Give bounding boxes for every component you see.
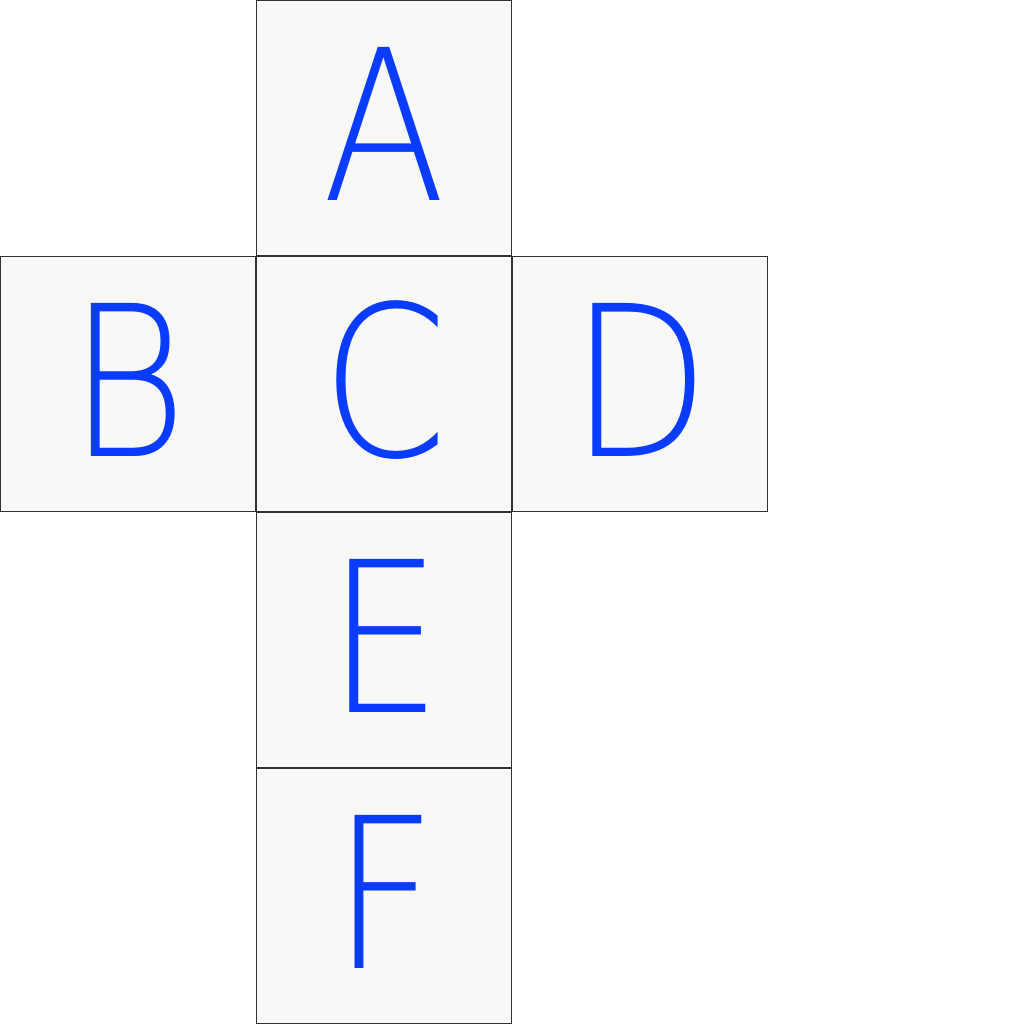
face-c: C — [256, 256, 512, 512]
face-a: A — [256, 0, 512, 256]
face-d-label: D — [570, 261, 710, 506]
cube-net-diagram: A B C D E F — [0, 0, 1024, 1024]
face-a-label: A — [322, 5, 446, 250]
face-d: D — [512, 256, 768, 512]
face-b-label: B — [68, 261, 188, 506]
face-e-label: E — [326, 517, 442, 762]
face-c-label: C — [320, 261, 448, 506]
face-e: E — [256, 512, 512, 768]
face-f-label: F — [332, 773, 436, 1018]
face-b: B — [0, 256, 256, 512]
face-f: F — [256, 768, 512, 1024]
